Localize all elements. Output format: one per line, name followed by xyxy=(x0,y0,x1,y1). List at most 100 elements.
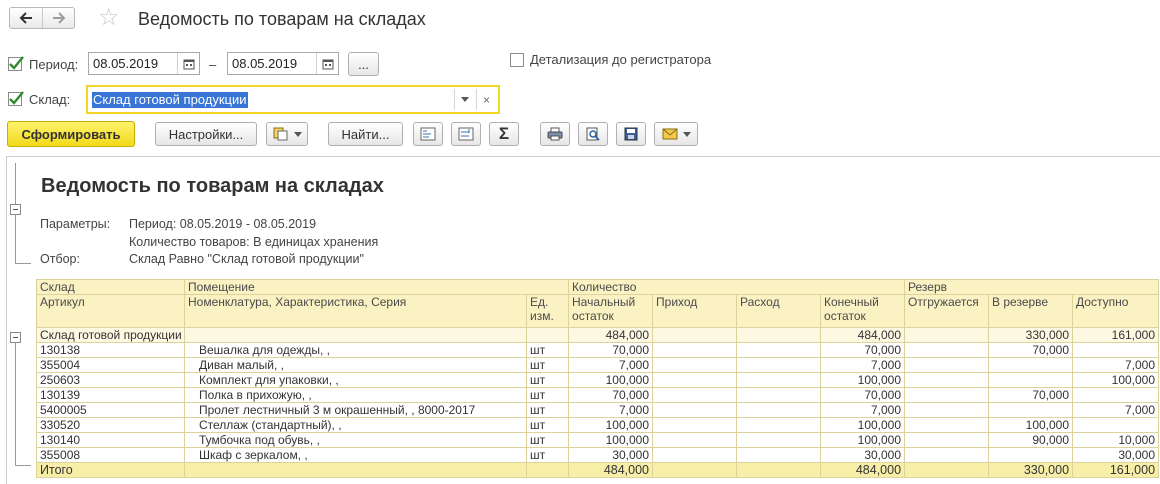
header-cell: Доступно xyxy=(1072,294,1160,328)
generate-button[interactable]: Сформировать xyxy=(7,121,135,147)
variants-button[interactable] xyxy=(266,122,308,146)
save-button[interactable] xyxy=(616,122,646,146)
cell-end: 70,000 xyxy=(820,342,906,358)
cell-end: 100,000 xyxy=(820,417,906,433)
collapse-groups-button[interactable] xyxy=(451,122,481,146)
collapse-header-icon[interactable] xyxy=(10,204,21,215)
cell-unit: шт xyxy=(525,447,570,463)
empty-cell xyxy=(904,462,990,478)
dropdown-arrow-icon[interactable] xyxy=(454,89,474,110)
table-row[interactable]: 5400005 Пролет лестничный 3 м окрашенный… xyxy=(36,402,1160,418)
cell-start: 70,000 xyxy=(568,387,654,403)
date-from-field[interactable]: 08.05.2019 xyxy=(88,52,200,75)
cell-name: Шкаф с зеркалом, , xyxy=(184,447,527,463)
window-title: Ведомость по товарам на складах xyxy=(138,9,426,29)
outline-line xyxy=(15,465,31,466)
send-mail-button[interactable] xyxy=(654,122,698,146)
group-name: Склад готовой продукции xyxy=(36,327,185,343)
empty-cell xyxy=(652,417,738,433)
back-button[interactable] xyxy=(10,8,42,28)
print-button[interactable] xyxy=(540,122,570,146)
table-row[interactable]: 330520 Стеллаж (стандартный), , шт 100,0… xyxy=(36,417,1160,433)
empty-cell xyxy=(736,327,822,343)
cell-avail: 7,000 xyxy=(1072,402,1160,418)
choose-period-button[interactable]: ... xyxy=(348,52,379,76)
empty-cell xyxy=(736,342,822,358)
cell-end: 30,000 xyxy=(820,447,906,463)
date-to-field[interactable]: 08.05.2019 xyxy=(227,52,339,75)
empty-cell xyxy=(652,327,738,343)
header-row: Склад Помещение Количество Резерв xyxy=(36,279,1160,295)
group-row[interactable]: Склад готовой продукции 484,000 484,000 … xyxy=(36,327,1160,343)
cell-avail: 100,000 xyxy=(1072,372,1160,388)
sklad-checkbox[interactable] xyxy=(8,91,24,106)
title-bar: ☆ Ведомость по товарам на складах xyxy=(0,0,1160,40)
cell-article: 130138 xyxy=(36,342,185,358)
period-checkbox[interactable] xyxy=(8,56,24,71)
empty-cell xyxy=(736,432,822,448)
cell-inres xyxy=(988,402,1074,418)
header-cell: Склад xyxy=(36,279,185,295)
print-preview-icon xyxy=(586,127,600,141)
favorite-star-icon[interactable]: ☆ xyxy=(98,6,120,30)
empty-cell xyxy=(652,372,738,388)
total-inres: 330,000 xyxy=(988,462,1074,478)
param-quantity: Количество товаров: В единицах хранения xyxy=(129,235,379,249)
cell-inres: 90,000 xyxy=(988,432,1074,448)
cell-avail: 30,000 xyxy=(1072,447,1160,463)
header-cell: Артикул xyxy=(36,294,185,328)
outline-line xyxy=(15,263,31,264)
empty-cell xyxy=(652,447,738,463)
sum-button[interactable]: Σ xyxy=(489,122,519,146)
cell-unit: шт xyxy=(525,402,570,418)
arrow-right-icon xyxy=(52,12,65,24)
cell-name: Тумбочка под обувь, , xyxy=(184,432,527,448)
cell-end: 484,000 xyxy=(820,327,906,343)
floppy-disk-icon xyxy=(624,127,638,141)
date-to-value: 08.05.2019 xyxy=(232,56,298,71)
collapse-group-icon[interactable] xyxy=(10,332,21,343)
empty-cell xyxy=(904,327,990,343)
cell-start: 70,000 xyxy=(568,342,654,358)
period-dash: – xyxy=(209,57,217,72)
collapse-groups-icon xyxy=(458,127,474,141)
cell-end: 7,000 xyxy=(820,402,906,418)
cell-inres: 100,000 xyxy=(988,417,1074,433)
cell-avail xyxy=(1072,342,1160,358)
empty-cell xyxy=(736,357,822,373)
report-variants-icon xyxy=(273,127,287,141)
cell-avail: 7,000 xyxy=(1072,357,1160,373)
table-row[interactable]: 130140 Тумбочка под обувь, , шт 100,000 … xyxy=(36,432,1160,448)
table-row[interactable]: 355004 Диван малый, , шт 7,000 7,000 7,0… xyxy=(36,357,1160,373)
empty-cell xyxy=(652,462,738,478)
table-row[interactable]: 250603 Комплект для упаковки, , шт 100,0… xyxy=(36,372,1160,388)
header-cell: Ед. изм. xyxy=(525,294,570,328)
sklad-input[interactable]: Склад готовой продукции × xyxy=(86,85,500,114)
expand-groups-icon xyxy=(420,127,436,141)
cell-end: 7,000 xyxy=(820,357,906,373)
table-row[interactable]: 130138 Вешалка для одежды, , шт 70,000 7… xyxy=(36,342,1160,358)
envelope-icon xyxy=(662,128,677,140)
clear-icon[interactable]: × xyxy=(476,89,496,110)
find-button[interactable]: Найти... xyxy=(328,122,403,146)
table-row[interactable]: 355008 Шкаф с зеркалом, , шт 30,000 30,0… xyxy=(36,447,1160,463)
forward-button[interactable] xyxy=(42,8,74,28)
preview-button[interactable] xyxy=(578,122,608,146)
cell-inres xyxy=(988,357,1074,373)
chevron-down-icon xyxy=(293,131,302,137)
cell-article: 330520 xyxy=(36,417,185,433)
total-start: 484,000 xyxy=(568,462,654,478)
calendar-icon[interactable] xyxy=(316,53,338,74)
empty-cell xyxy=(652,402,738,418)
cell-start: 7,000 xyxy=(568,357,654,373)
expand-groups-button[interactable] xyxy=(413,122,443,146)
sklad-label: Склад: xyxy=(29,92,71,107)
calendar-icon[interactable] xyxy=(177,53,199,74)
cell-unit: шт xyxy=(525,342,570,358)
checkmark-icon xyxy=(9,56,24,70)
header-cell: Отгружается xyxy=(904,294,990,328)
detail-checkbox[interactable] xyxy=(510,53,524,67)
settings-button[interactable]: Настройки... xyxy=(155,122,257,146)
header-cell: Номенклатура, Характеристика, Серия xyxy=(184,294,527,328)
table-row[interactable]: 130139 Полка в прихожую, , шт 70,000 70,… xyxy=(36,387,1160,403)
